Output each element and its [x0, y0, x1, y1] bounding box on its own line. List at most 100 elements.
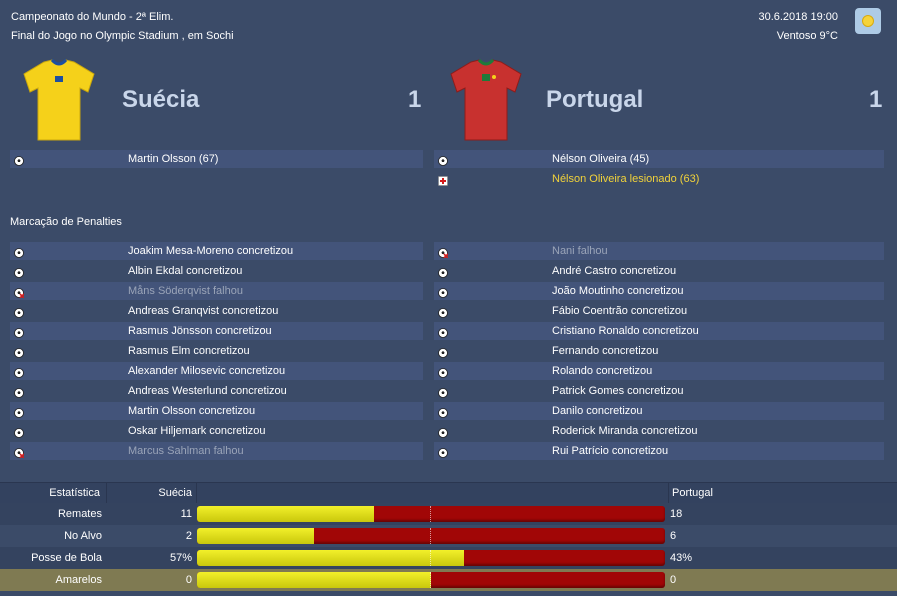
stats-header: Estatística Suécia Portugal — [0, 482, 897, 504]
home-penalty-text: Andreas Granqvist concretizou — [128, 305, 279, 317]
ball-icon — [438, 406, 448, 418]
home-penalty-text: Andreas Westerlund concretizou — [128, 385, 287, 397]
stat-row: No Alvo 2 6 — [0, 525, 897, 547]
away-score: 1 — [869, 86, 883, 113]
stats-header-label: Estatística — [49, 487, 100, 499]
stat-home-value: 11 — [180, 508, 192, 520]
away-penalty-row: André Castro concretizou — [434, 262, 884, 280]
away-penalty-text: Rui Patrício concretizou — [552, 445, 669, 457]
ball-icon — [14, 426, 24, 438]
competition-label: Campeonato do Mundo - 2ª Elim. — [11, 11, 174, 23]
stat-home-bar-fill — [197, 506, 375, 522]
away-penalty-text: Danilo concretizou — [552, 405, 643, 417]
ball-icon — [438, 326, 448, 338]
ball-icon — [438, 266, 448, 278]
stat-home-value: 0 — [185, 574, 192, 586]
home-score: 1 — [408, 86, 422, 113]
away-penalty-text: Fábio Coentrão concretizou — [552, 305, 688, 317]
ball-icon — [14, 154, 24, 166]
away-penalty-text: Roderick Miranda concretizou — [552, 425, 698, 437]
stat-away-value: 6 — [670, 530, 677, 542]
stat-home-bar-fill — [197, 528, 314, 544]
missed-ball-icon — [438, 246, 449, 259]
away-penalty-text: André Castro concretizou — [552, 265, 677, 277]
home-penalty-row: Rasmus Elm concretizou — [10, 342, 423, 360]
home-penalty-text: Albin Ekdal concretizou — [128, 265, 243, 277]
away-penalty-text: Nani falhou — [552, 245, 608, 257]
home-penalty-text: Marcus Sahlman falhou — [128, 445, 244, 457]
home-event-row: Martin Olsson (67) — [10, 150, 423, 168]
home-penalty-row: Rasmus Jönsson concretizou — [10, 322, 423, 340]
stat-comparison-bar — [197, 506, 665, 522]
ball-icon — [14, 366, 24, 378]
stat-away-value: 0 — [670, 574, 677, 586]
away-penalty-row: Rui Patrício concretizou — [434, 442, 884, 460]
injury-icon — [438, 174, 448, 186]
away-penalty-row: Fábio Coentrão concretizou — [434, 302, 884, 320]
stats-header-away: Portugal — [672, 487, 713, 499]
away-team-name: Portugal — [546, 86, 644, 113]
home-shirt-icon — [22, 58, 96, 147]
stat-home-value: 2 — [185, 530, 192, 542]
stat-home-bar-fill — [197, 550, 464, 566]
stat-label: Remates — [57, 508, 102, 520]
away-event-text: Nélson Oliveira (45) — [552, 153, 650, 165]
away-penalty-text: Fernando concretizou — [552, 345, 659, 357]
venue-label: Final do Jogo no Olympic Stadium , em So… — [11, 30, 234, 42]
home-penalty-row: Martin Olsson concretizou — [10, 402, 423, 420]
home-penalty-text: Måns Söderqvist falhou — [128, 285, 243, 297]
away-penalty-row: Rolando concretizou — [434, 362, 884, 380]
home-penalty-row: Oskar Hiljemark concretizou — [10, 422, 423, 440]
home-penalty-text: Martin Olsson concretizou — [128, 405, 256, 417]
away-event-row: Nélson Oliveira lesionado (63) — [434, 170, 884, 188]
home-penalty-text: Rasmus Jönsson concretizou — [128, 325, 272, 337]
stat-home-bar-fill — [197, 572, 431, 588]
away-penalty-row: Fernando concretizou — [434, 342, 884, 360]
away-penalty-row: João Moutinho concretizou — [434, 282, 884, 300]
home-penalty-row: Måns Söderqvist falhou — [10, 282, 423, 300]
ball-icon — [14, 326, 24, 338]
sun-icon — [855, 8, 881, 34]
stat-away-value: 18 — [670, 508, 683, 520]
stat-row: Amarelos 0 0 — [0, 569, 897, 591]
ball-icon — [438, 306, 448, 318]
home-penalty-row: Marcus Sahlman falhou — [10, 442, 423, 460]
datetime-label: 30.6.2018 19:00 — [758, 11, 838, 23]
weather-label: Ventoso 9°C — [776, 30, 838, 42]
away-event-text: Nélson Oliveira lesionado (63) — [552, 173, 700, 185]
stat-label: Posse de Bola — [31, 552, 102, 564]
ball-icon — [438, 286, 448, 298]
home-penalty-row: Andreas Westerlund concretizou — [10, 382, 423, 400]
away-penalty-text: João Moutinho concretizou — [552, 285, 684, 297]
home-event-text: Martin Olsson (67) — [128, 153, 219, 165]
stat-label: No Alvo — [64, 530, 102, 542]
ball-icon — [438, 154, 448, 166]
home-penalty-text: Oskar Hiljemark concretizou — [128, 425, 266, 437]
ball-icon — [438, 426, 448, 438]
away-penalty-row: Patrick Gomes concretizou — [434, 382, 884, 400]
home-penalty-row: Andreas Granqvist concretizou — [10, 302, 423, 320]
away-penalty-row: Danilo concretizou — [434, 402, 884, 420]
ball-icon — [14, 386, 24, 398]
ball-icon — [14, 306, 24, 318]
missed-ball-icon — [14, 446, 25, 459]
ball-icon — [14, 346, 24, 358]
home-penalty-text: Alexander Milosevic concretizou — [128, 365, 286, 377]
away-penalty-row: Roderick Miranda concretizou — [434, 422, 884, 440]
stat-away-value: 43% — [670, 552, 693, 564]
ball-icon — [14, 266, 24, 278]
home-penalty-row: Alexander Milosevic concretizou — [10, 362, 423, 380]
ball-icon — [438, 386, 448, 398]
away-penalty-row: Cristiano Ronaldo concretizou — [434, 322, 884, 340]
stat-row: Posse de Bola 57% 43% — [0, 547, 897, 569]
stat-comparison-bar — [197, 550, 665, 566]
stat-comparison-bar — [197, 572, 665, 588]
stat-row: Remates 11 18 — [0, 503, 897, 525]
away-penalty-text: Cristiano Ronaldo concretizou — [552, 325, 699, 337]
ball-icon — [14, 406, 24, 418]
missed-ball-icon — [14, 286, 25, 299]
stat-comparison-bar — [197, 528, 665, 544]
ball-icon — [438, 366, 448, 378]
home-penalty-text: Joakim Mesa-Moreno concretizou — [128, 245, 294, 257]
ball-icon — [438, 346, 448, 358]
